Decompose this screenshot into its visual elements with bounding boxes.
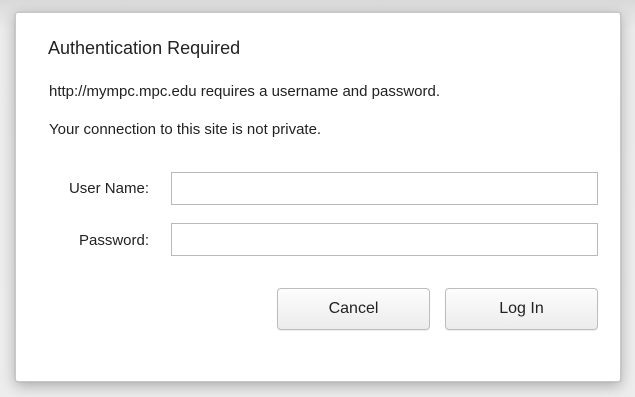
password-field[interactable] (171, 223, 598, 256)
log-in-button[interactable]: Log In (445, 288, 598, 330)
cancel-button[interactable]: Cancel (277, 288, 430, 330)
username-field[interactable] (171, 172, 598, 205)
password-label: Password: (78, 232, 149, 249)
privacy-notice: Your connection to this site is not priv… (49, 121, 322, 138)
authentication-dialog: Authentication Required http://mympc.mpc… (15, 12, 621, 382)
auth-message: http://mympc.mpc.edu requires a username… (49, 83, 441, 100)
dialog-title: Authentication Required (48, 38, 241, 58)
username-label: User Name: (68, 180, 149, 197)
